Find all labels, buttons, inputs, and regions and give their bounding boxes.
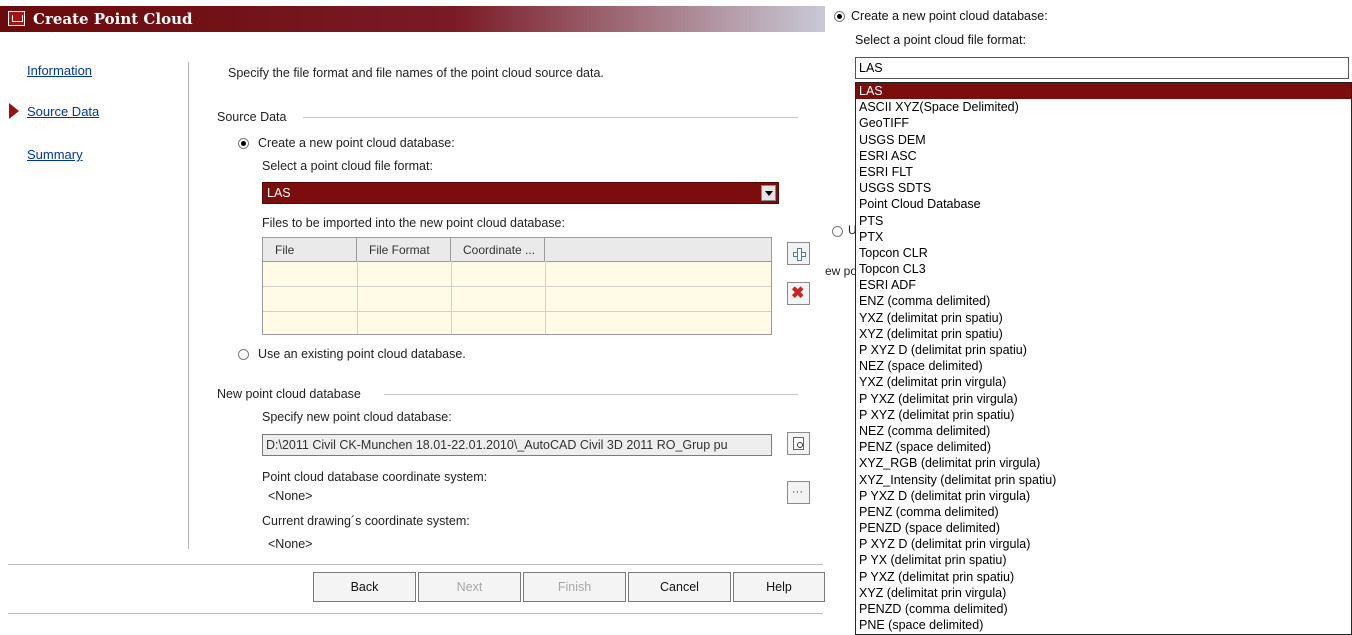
- format-option[interactable]: P YX (delimitat prin spatiu): [856, 552, 1351, 568]
- format-option[interactable]: USGS DEM: [856, 132, 1351, 148]
- format-option[interactable]: P YXZ D (delimitat prin virgula): [856, 488, 1351, 504]
- format-option[interactable]: P XYZ D (delimitat prin spatiu): [856, 342, 1351, 358]
- partial-text: ew po: [825, 264, 858, 278]
- back-button[interactable]: Back: [313, 572, 416, 602]
- dropdown-create-new-db-label: Create a new point cloud database:: [851, 9, 1048, 23]
- window-title: Create Point Cloud: [33, 10, 193, 28]
- files-to-import-label: Files to be imported into the new point …: [262, 216, 565, 230]
- format-options-list[interactable]: LAS ASCII XYZ(Space Delimited) GeoTIFF USGS…: [855, 82, 1352, 635]
- app-icon: [8, 11, 25, 26]
- dropdown-format-value: LAS: [859, 61, 883, 75]
- next-button[interactable]: Next: [418, 572, 521, 602]
- db-path-value: D:\2011 Civil CK-Munchen 18.01-22.01.201…: [266, 438, 728, 452]
- drawing-coordinate-system-label: Current drawing´s coordinate system:: [262, 514, 470, 528]
- column-header-coordinate[interactable]: Coordinate ...: [451, 238, 545, 261]
- format-option[interactable]: PTS: [856, 213, 1351, 229]
- create-new-db-label: Create a new point cloud database:: [258, 136, 455, 150]
- format-option[interactable]: PENZ (space delimited): [856, 439, 1351, 455]
- delete-icon: ✖: [791, 285, 805, 302]
- use-existing-db-label: Use an existing point cloud database.: [258, 347, 466, 361]
- coordinate-system-button[interactable]: ···: [787, 481, 810, 504]
- format-option[interactable]: GeoTIFF: [856, 115, 1351, 131]
- use-existing-db-radio[interactable]: [238, 349, 249, 360]
- nav-item-information[interactable]: Information: [27, 63, 92, 78]
- format-option[interactable]: PENZD (comma delimited): [856, 601, 1351, 617]
- format-option[interactable]: PTX: [856, 229, 1351, 245]
- drawing-coordinate-system-value: <None>: [268, 537, 313, 551]
- format-option[interactable]: YXZ (delimitat prin virgula): [856, 374, 1351, 390]
- format-option[interactable]: USGS SDTS: [856, 180, 1351, 196]
- format-option[interactable]: ESRI FLT: [856, 164, 1351, 180]
- chevron-down-icon[interactable]: [761, 185, 776, 201]
- db-coordinate-system-label: Point cloud database coordinate system:: [262, 470, 488, 484]
- format-option[interactable]: P YXZ (delimitat prin virgula): [856, 391, 1351, 407]
- new-db-group-label: New point cloud database: [217, 387, 361, 401]
- add-file-button[interactable]: [787, 242, 810, 265]
- db-coordinate-system-value: <None>: [268, 489, 313, 503]
- finish-button[interactable]: Finish: [523, 572, 626, 602]
- file-format-value: LAS: [267, 186, 291, 200]
- table-col-divider: [451, 261, 452, 334]
- select-format-label: Select a point cloud file format:: [262, 159, 433, 173]
- format-option[interactable]: YXZ (delimitat prin spatiu): [856, 310, 1351, 326]
- browse-file-icon: [793, 437, 804, 450]
- table-col-divider: [545, 261, 546, 334]
- format-option[interactable]: ASCII XYZ(Space Delimited): [856, 99, 1351, 115]
- dropdown-format-input[interactable]: LAS: [855, 57, 1349, 79]
- format-option[interactable]: XYZ (delimitat prin virgula): [856, 585, 1351, 601]
- format-option[interactable]: XYZ_RGB (delimitat prin virgula): [856, 455, 1351, 471]
- format-option[interactable]: Topcon CL3: [856, 261, 1351, 277]
- format-option[interactable]: XYZ (delimitat prin spatiu): [856, 326, 1351, 342]
- nav-item-summary[interactable]: Summary: [27, 147, 83, 162]
- format-option[interactable]: PNE (space delimited): [856, 617, 1351, 633]
- dropdown-use-existing-radio[interactable]: [832, 226, 843, 237]
- format-option[interactable]: Point Cloud Database: [856, 196, 1351, 212]
- format-option[interactable]: ENZ (comma delimited): [856, 293, 1351, 309]
- table-header: File File Format Coordinate ...: [263, 238, 771, 262]
- format-option[interactable]: Topcon CLR: [856, 245, 1351, 261]
- footer-divider: [8, 564, 823, 565]
- source-data-group-label: Source Data: [217, 110, 287, 124]
- format-option[interactable]: NEZ (space delimited): [856, 358, 1351, 374]
- column-header-file[interactable]: File: [263, 238, 357, 261]
- format-option[interactable]: P YXZ (delimitat prin spatiu): [856, 569, 1351, 585]
- title-bar[interactable]: Create Point Cloud: [0, 6, 825, 32]
- window-bottom-edge: [8, 613, 823, 614]
- format-option[interactable]: ESRI ADF: [856, 277, 1351, 293]
- format-option[interactable]: P XYZ (delimitat prin spatiu): [856, 407, 1351, 423]
- specify-db-label: Specify new point cloud database:: [262, 410, 452, 424]
- format-option[interactable]: NEZ (comma delimited): [856, 423, 1351, 439]
- page-instruction: Specify the file format and file names o…: [228, 66, 604, 80]
- table-row[interactable]: [263, 286, 771, 287]
- format-option[interactable]: XYZ_Intensity (delimitat prin spatiu): [856, 472, 1351, 488]
- create-new-db-radio[interactable]: [238, 138, 249, 149]
- nav-item-source-data[interactable]: Source Data: [27, 104, 99, 119]
- format-option[interactable]: P XYZ D (delimitat prin virgula): [856, 536, 1351, 552]
- cancel-button[interactable]: Cancel: [628, 572, 731, 602]
- remove-file-button[interactable]: ✖: [787, 282, 810, 305]
- import-files-table[interactable]: File File Format Coordinate ...: [262, 237, 772, 335]
- format-option[interactable]: PENZ (comma delimited): [856, 504, 1351, 520]
- table-row[interactable]: [263, 311, 771, 312]
- current-step-arrow-icon: [9, 103, 19, 119]
- format-option[interactable]: LAS: [856, 83, 1351, 100]
- group-divider: [384, 394, 798, 395]
- format-option[interactable]: ESRI ASC: [856, 148, 1351, 164]
- nav-divider: [188, 62, 189, 549]
- table-col-divider: [357, 261, 358, 334]
- dropdown-select-format-label: Select a point cloud file format:: [855, 33, 1026, 47]
- browse-button[interactable]: [787, 432, 810, 455]
- dropdown-create-new-db-radio[interactable]: [834, 11, 845, 22]
- column-header-file-format[interactable]: File Format: [357, 238, 451, 261]
- group-divider: [303, 117, 798, 118]
- file-format-select[interactable]: LAS: [262, 182, 779, 204]
- db-path-field[interactable]: D:\2011 Civil CK-Munchen 18.01-22.01.201…: [262, 434, 772, 456]
- format-option[interactable]: PENZD (space delimited): [856, 520, 1351, 536]
- ellipsis-icon: ···: [792, 486, 803, 498]
- help-button[interactable]: Help: [733, 572, 825, 602]
- create-point-cloud-window: Create Point Cloud Information Source Da…: [0, 0, 825, 635]
